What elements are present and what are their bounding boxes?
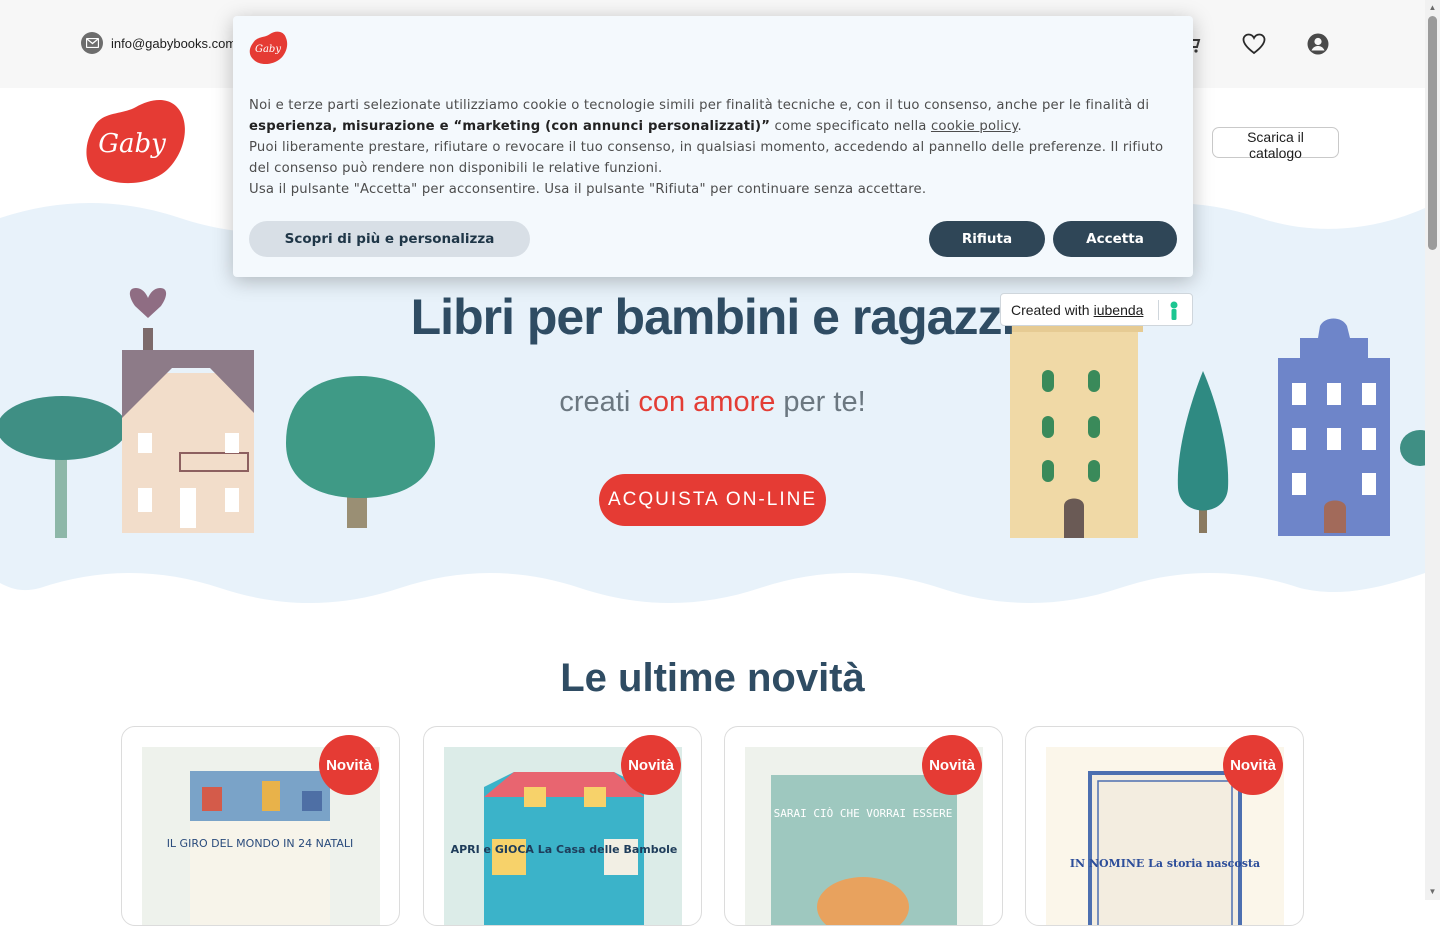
scrollbar-thumb[interactable] [1428,16,1437,250]
svg-text:Gaby: Gaby [255,44,281,55]
subtitle-post: per te! [775,386,866,418]
cookie-text-1a: Noi e terze parti selezionate utilizziam… [249,98,1150,113]
cover-title: IN NOMINE La storia nascosta [1070,857,1260,870]
user-icon[interactable] [1306,32,1330,56]
gaby-logo[interactable]: Gaby [80,97,186,185]
cover-title: APRI e GIOCA La Casa delle Bambole [451,843,678,856]
download-catalog-button[interactable]: Scarica il catalogo [1212,127,1339,161]
subtitle-pre: creati [559,386,639,418]
cookie-policy-link[interactable]: cookie policy [931,119,1018,134]
new-badge: Novità [319,735,379,795]
section-title: Le ultime novità [560,656,865,700]
subtitle-accent: con amore [638,386,776,418]
hero-subtitle: creati con amore per te! [0,386,1425,419]
iubenda-created-text: Created with [1011,301,1090,318]
heart-icon[interactable] [1242,32,1266,56]
cookie-text-2: Puoi liberamente prestare, rifiutare o r… [249,140,1164,176]
cookie-text-1d: . [1017,119,1022,134]
logo-text: Gaby [98,129,166,159]
mail-icon [81,32,103,54]
book-card[interactable]: APRI e GIOCA La Casa delle Bambole Novit… [423,726,702,926]
new-badge: Novità [922,735,982,795]
cover-title: SARAI CIÒ CHE VORRAI ESSERE [774,807,953,820]
scroll-down-arrow[interactable]: ▼ [1427,886,1438,897]
hero-title: Libri per bambini e ragazzi [410,289,1016,345]
new-badge: Novità [1223,735,1283,795]
cookie-text-1c: come specificato nella [770,119,931,134]
cookie-logo: Gaby [249,31,288,65]
cookie-banner: Gaby Noi e terze parti selezionate utili… [233,16,1193,277]
scroll-up-arrow[interactable]: ▲ [1427,2,1438,13]
accept-button[interactable]: Accetta [1053,221,1177,257]
iubenda-badge[interactable]: Created with iubenda [1000,293,1193,326]
email-contact[interactable]: info@gabybooks.com [81,32,236,54]
cookie-text-3: Usa il pulsante "Accetta" per acconsenti… [249,182,927,197]
cookie-text: Noi e terze parti selezionate utilizziam… [249,95,1184,200]
cookie-text-1b: esperienza, misurazione e “marketing (co… [249,119,771,134]
book-card[interactable]: SARAI CIÒ CHE VORRAI ESSERE Novità [724,726,1003,926]
iubenda-icon [1170,301,1178,320]
iubenda-link[interactable]: iubenda [1094,302,1144,318]
shop-online-button[interactable]: ACQUISTA ON-LINE [599,474,826,526]
cover-title: IL GIRO DEL MONDO IN 24 NATALI [167,837,354,850]
book-card[interactable]: IN NOMINE La storia nascosta Novità [1025,726,1304,926]
iubenda-separator [1158,300,1159,320]
email-text: info@gabybooks.com [111,35,237,51]
reject-button[interactable]: Rifiuta [929,221,1045,257]
customize-button[interactable]: Scopri di più e personalizza [249,221,530,257]
book-card[interactable]: IL GIRO DEL MONDO IN 24 NATALI Novità [121,726,400,926]
new-badge: Novità [621,735,681,795]
